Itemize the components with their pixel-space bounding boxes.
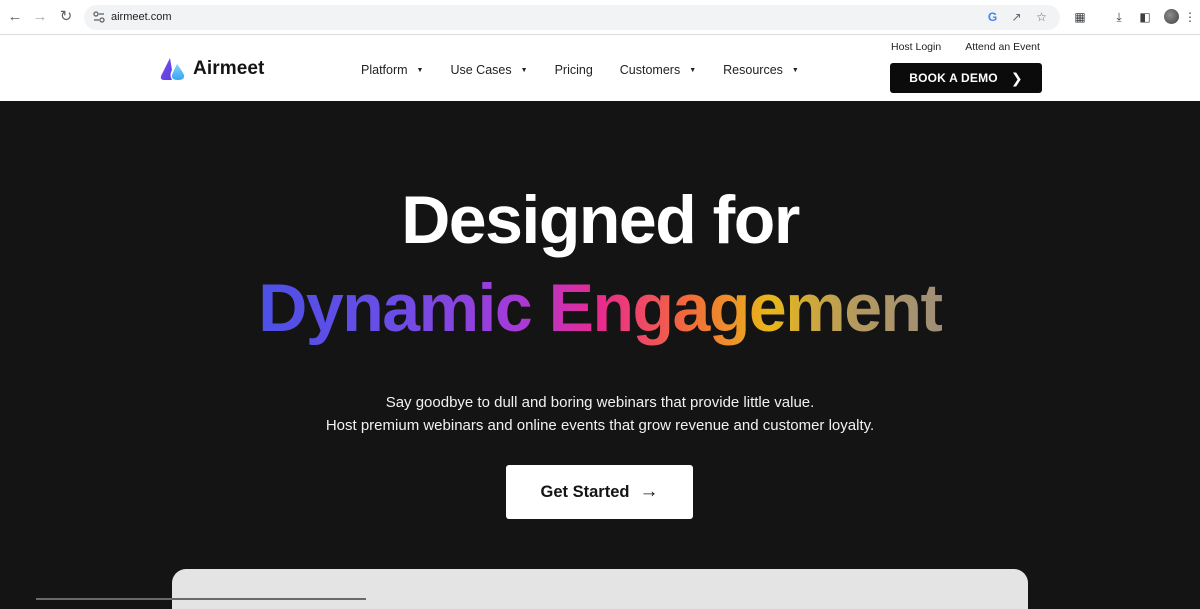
get-started-button[interactable]: Get Started → <box>506 465 693 519</box>
nav-label: Use Cases <box>450 63 512 77</box>
url-text: airmeet.com <box>111 11 172 23</box>
download-icon[interactable]: ⤓ <box>1110 8 1128 26</box>
book-demo-button[interactable]: BOOK A DEMO ❯ <box>890 63 1042 93</box>
airmeet-logo-icon <box>160 58 185 80</box>
nav-pricing[interactable]: Pricing <box>555 63 593 77</box>
bookmark-star-icon[interactable]: ☆ <box>1033 9 1050 26</box>
nav-label: Pricing <box>554 63 593 77</box>
caret-down-icon: ▼ <box>416 66 424 74</box>
nav-label: Customers <box>619 63 681 77</box>
caret-down-icon: ▼ <box>520 66 528 74</box>
forward-icon[interactable]: → <box>31 8 49 26</box>
extensions-icon[interactable]: ▦ <box>1071 8 1089 26</box>
google-icon[interactable]: G <box>984 9 1001 26</box>
caret-down-icon: ▼ <box>689 66 697 74</box>
site-header: Airmeet Platform ▼ Use Cases ▼ Pricing C… <box>0 35 1200 101</box>
nav-label: Resources <box>723 63 783 77</box>
menu-icon[interactable]: ⋮ <box>1184 8 1196 26</box>
address-bar[interactable]: airmeet.com G ↗ ☆ <box>84 5 1060 30</box>
brand-name: Airmeet <box>193 58 265 79</box>
hero-subtitle-line1: Say goodbye to dull and boring webinars … <box>385 394 815 411</box>
get-started-label: Get Started <box>540 482 630 501</box>
profile-avatar[interactable] <box>1164 9 1179 24</box>
product-preview-card <box>172 569 1028 609</box>
nav-label: Platform <box>361 63 408 77</box>
book-demo-label: BOOK A DEMO <box>909 71 998 85</box>
caret-down-icon: ▼ <box>791 66 799 74</box>
reload-icon[interactable]: ↻ <box>57 8 75 26</box>
brand-logo[interactable]: Airmeet <box>160 57 264 81</box>
hero-title-line2: Dynamic Engagement <box>0 269 1200 347</box>
hero-subtitle-line2: Host premium webinars and online events … <box>325 417 875 434</box>
chevron-right-icon: ❯ <box>1010 69 1023 86</box>
attend-event-link[interactable]: Attend an Event <box>965 41 1040 53</box>
hero-title-gradient-text: Dynamic Engagement <box>258 270 943 346</box>
nav-customers[interactable]: Customers ▼ <box>620 63 696 77</box>
browser-toolbar: ← → ↻ airmeet.com G ↗ ☆ ▦ ⤓ ◧ ⋮ <box>0 0 1200 35</box>
share-icon[interactable]: ↗ <box>1008 9 1025 26</box>
side-panel-icon[interactable]: ◧ <box>1136 8 1154 26</box>
site-settings-icon[interactable] <box>92 10 106 24</box>
nav-platform[interactable]: Platform ▼ <box>361 63 423 77</box>
nav-resources[interactable]: Resources ▼ <box>723 63 799 77</box>
arrow-right-icon: → <box>639 481 659 502</box>
hero-title-line1: Designed for <box>401 182 800 258</box>
host-login-link[interactable]: Host Login <box>891 41 941 53</box>
main-nav: Platform ▼ Use Cases ▼ Pricing Customers… <box>361 63 826 77</box>
back-icon[interactable]: ← <box>6 8 24 26</box>
top-links: Host Login Attend an Event <box>891 41 1040 53</box>
hero-subtitle: Say goodbye to dull and boring webinars … <box>0 391 1200 437</box>
nav-use-cases[interactable]: Use Cases ▼ <box>450 63 527 77</box>
hero-section: Designed for Dynamic Engagement Say good… <box>0 101 1200 609</box>
